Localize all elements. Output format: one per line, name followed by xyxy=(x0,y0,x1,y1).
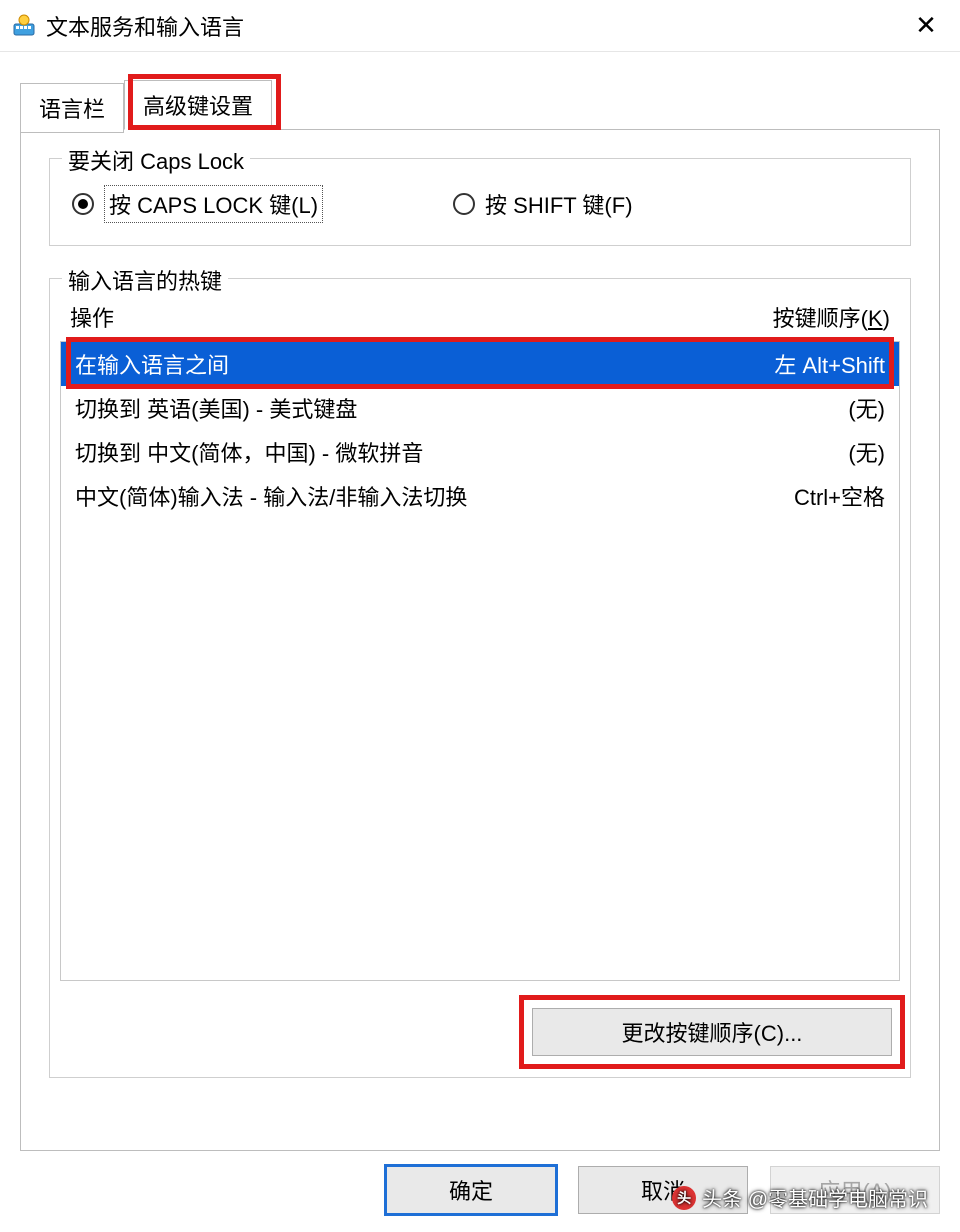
radio-capslock-label: 按 CAPS LOCK 键(L) xyxy=(104,185,323,223)
row-seq: (无) xyxy=(848,392,885,424)
row-seq: Ctrl+空格 xyxy=(794,480,885,512)
annotation-box-change-btn: 更改按键顺序(C)... xyxy=(519,995,905,1069)
col-action: 操作 xyxy=(70,301,114,333)
tab-strip: 语言栏高级键设置 xyxy=(20,80,940,130)
row-action: 切换到 英语(美国) - 美式键盘 xyxy=(75,392,357,424)
group-capslock: 要关闭 Caps Lock 按 CAPS LOCK 键(L) 按 SHIFT 键… xyxy=(49,158,911,246)
cancel-button[interactable]: 取消 xyxy=(578,1166,748,1214)
close-button[interactable]: ✕ xyxy=(900,0,952,52)
apply-button: 应用(A) xyxy=(770,1166,940,1214)
radio-indicator-icon xyxy=(453,193,475,215)
list-item[interactable]: 切换到 英语(美国) - 美式键盘 (无) xyxy=(61,386,899,430)
list-item[interactable]: 在输入语言之间 左 Alt+Shift xyxy=(61,342,899,386)
radio-shift-label: 按 SHIFT 键(F) xyxy=(485,188,632,220)
radio-row: 按 CAPS LOCK 键(L) 按 SHIFT 键(F) xyxy=(72,181,888,223)
col-seq-suffix: ) xyxy=(883,306,890,331)
app-icon xyxy=(12,14,36,38)
radio-capslock-key[interactable]: 按 CAPS LOCK 键(L) xyxy=(72,185,323,223)
row-seq: (无) xyxy=(848,436,885,468)
window-title: 文本服务和输入语言 xyxy=(46,10,900,42)
list-item[interactable]: 中文(简体)输入法 - 输入法/非输入法切换 Ctrl+空格 xyxy=(61,474,899,518)
change-key-sequence-button[interactable]: 更改按键顺序(C)... xyxy=(532,1008,892,1056)
tab-language-bar[interactable]: 语言栏 xyxy=(20,83,124,133)
title-bar: 文本服务和输入语言 ✕ xyxy=(0,0,960,52)
hotkey-list[interactable]: 在输入语言之间 左 Alt+Shift 切换到 英语(美国) - 美式键盘 (无… xyxy=(60,341,900,981)
row-action: 切换到 中文(简体，中国) - 微软拼音 xyxy=(75,436,423,468)
group-hotkeys-legend: 输入语言的热键 xyxy=(62,264,228,296)
tab-panel-advanced: 要关闭 Caps Lock 按 CAPS LOCK 键(L) 按 SHIFT 键… xyxy=(20,129,940,1151)
col-seq-prefix: 按键顺序( xyxy=(773,306,868,331)
dialog-button-row: 确定 取消 应用(A) xyxy=(386,1166,940,1214)
group-hotkeys: 输入语言的热键 操作 按键顺序(K) 在输入语言之间 左 Alt+Shift 切… xyxy=(49,278,911,1078)
row-action: 在输入语言之间 xyxy=(75,348,229,380)
col-sequence: 按键顺序(K) xyxy=(773,301,890,333)
row-action: 中文(简体)输入法 - 输入法/非输入法切换 xyxy=(75,480,467,512)
list-item[interactable]: 切换到 中文(简体，中国) - 微软拼音 (无) xyxy=(61,430,899,474)
ok-button[interactable]: 确定 xyxy=(386,1166,556,1214)
radio-shift-key[interactable]: 按 SHIFT 键(F) xyxy=(453,188,632,220)
tab-advanced-keys[interactable]: 高级键设置 xyxy=(124,80,272,130)
col-seq-key: K xyxy=(868,306,883,331)
group-capslock-legend: 要关闭 Caps Lock xyxy=(62,144,250,176)
row-seq: 左 Alt+Shift xyxy=(774,348,885,380)
radio-indicator-icon xyxy=(72,193,94,215)
list-header: 操作 按键顺序(K) xyxy=(50,293,910,341)
